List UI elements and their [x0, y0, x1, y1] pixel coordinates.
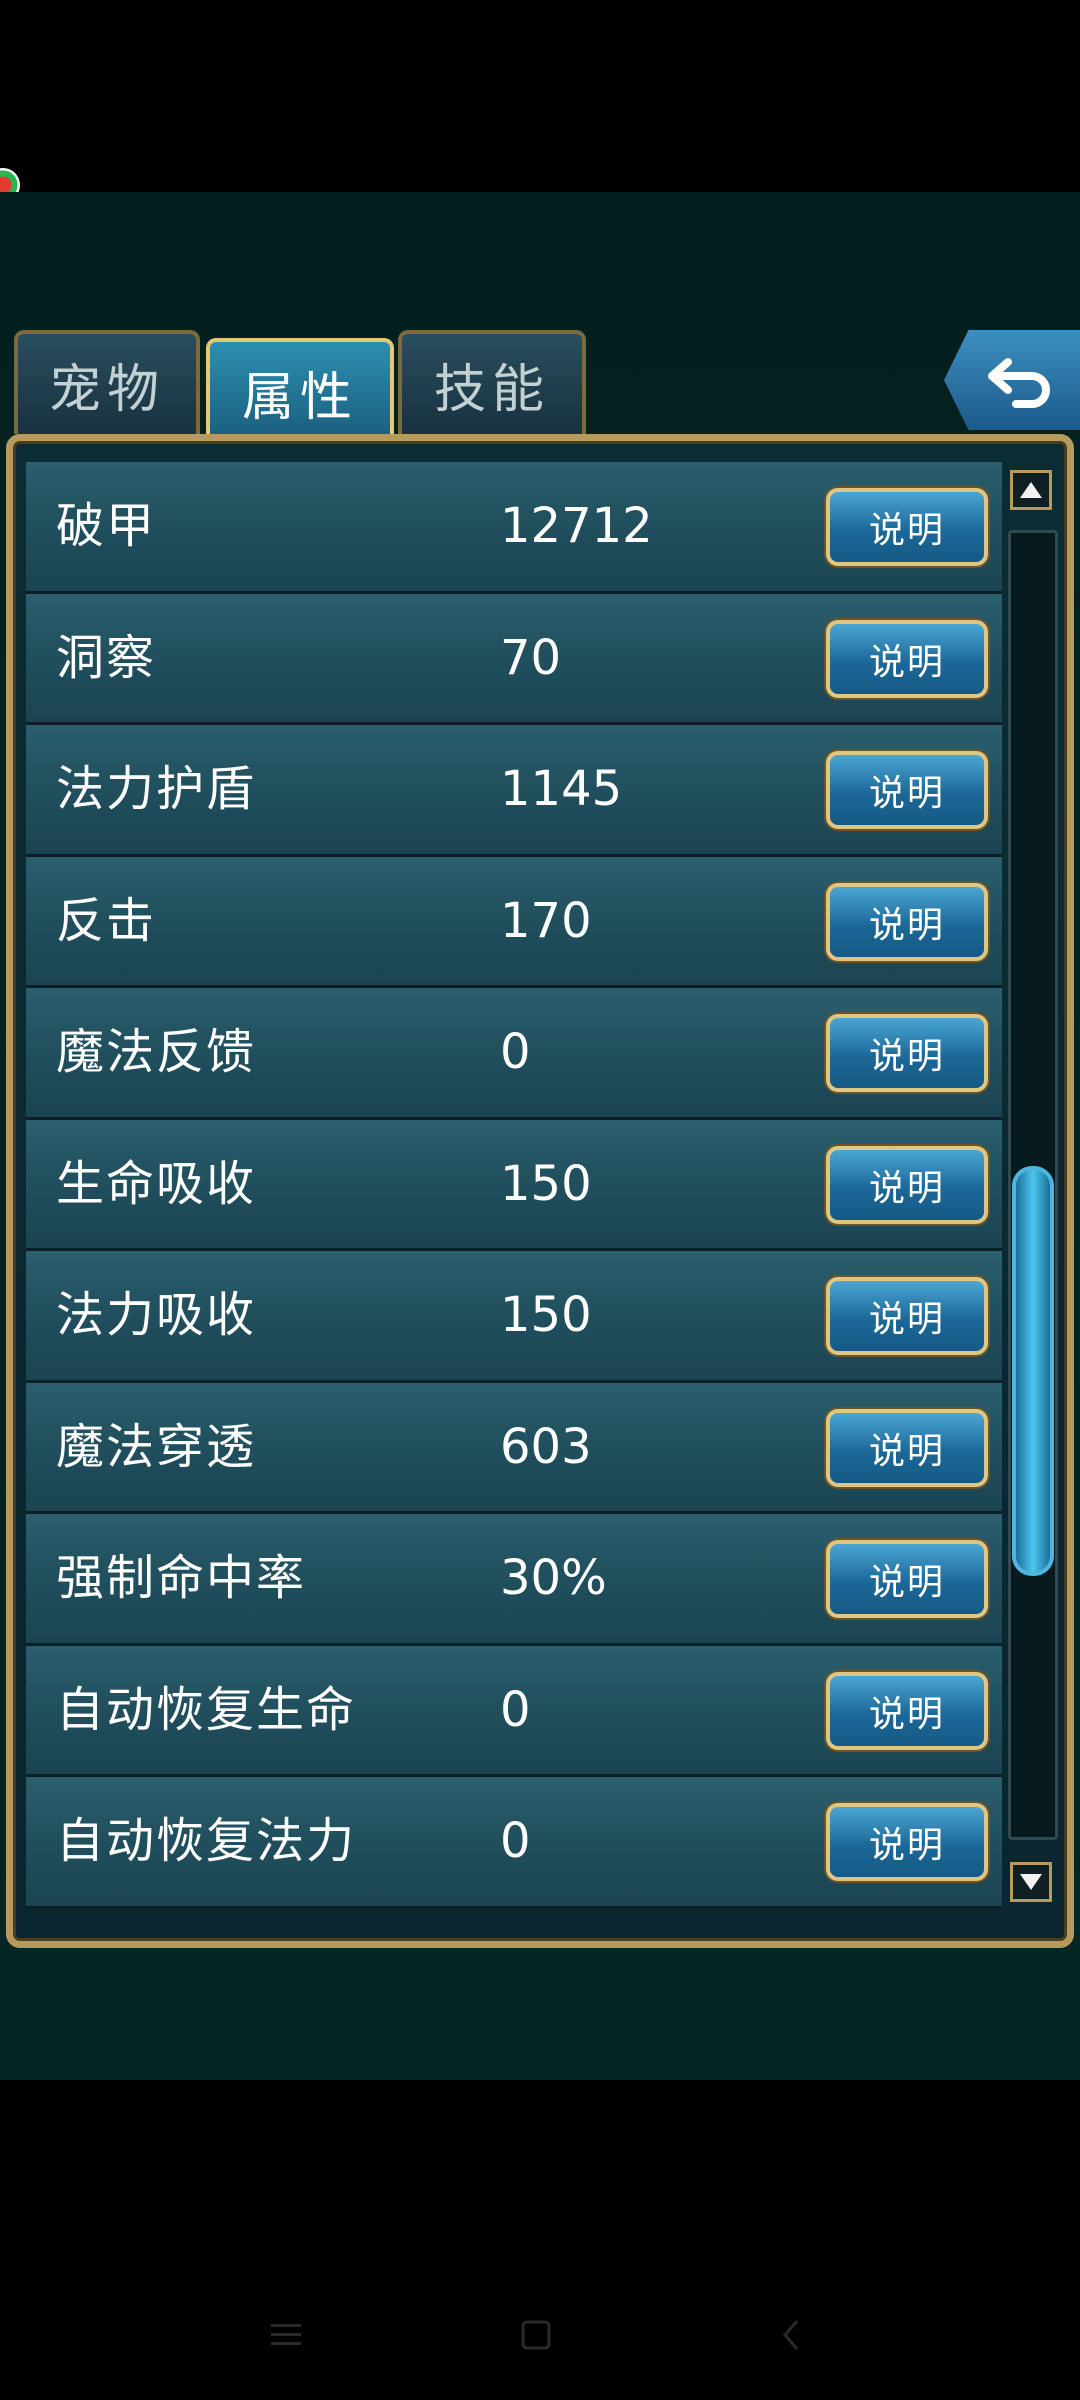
explain-button-label: 说明 [868, 510, 945, 551]
attribute-row: 反击 170 说明 [26, 856, 1002, 988]
attribute-name: 破甲 [56, 498, 157, 554]
attribute-row: 破甲 12712 说明 [26, 462, 1002, 594]
attribute-row: 法力吸收 150 说明 [26, 1251, 1002, 1383]
explain-button-label: 说明 [868, 1430, 945, 1472]
triangle-up-icon [1020, 482, 1042, 498]
attribute-row: 自动恢复法力 0 说明 [26, 1777, 1002, 1909]
attribute-row: 强制命中率 30% 说明 [26, 1514, 1002, 1646]
attribute-value: 70 [500, 629, 562, 686]
explain-button[interactable]: 说明 [826, 488, 988, 566]
explain-button-label: 说明 [868, 641, 945, 683]
nav-back-button[interactable] [762, 2310, 822, 2360]
chevron-left-icon [783, 2320, 799, 2350]
nav-home-button[interactable] [506, 2310, 566, 2360]
triangle-down-icon [1020, 1874, 1042, 1890]
explain-button-label: 说明 [868, 1167, 945, 1209]
explain-button[interactable]: 说明 [826, 1803, 988, 1881]
attribute-value: 0 [500, 1024, 531, 1080]
explain-button-label: 说明 [868, 1693, 945, 1735]
attribute-value: 150 [500, 1287, 592, 1343]
attribute-value: 0 [500, 1813, 531, 1869]
attribute-row: 洞察 70 说明 [26, 593, 1002, 725]
attribute-value: 1145 [500, 761, 623, 817]
explain-button[interactable]: 说明 [826, 751, 988, 829]
attribute-name: 法力吸收 [56, 1287, 257, 1343]
nav-menu-button[interactable] [256, 2310, 316, 2360]
attribute-row: 魔法穿透 603 说明 [26, 1382, 1002, 1514]
tab-pet[interactable]: 宠物 [14, 330, 200, 434]
attribute-name: 自动恢复法力 [56, 1813, 357, 1869]
back-arrow-icon [988, 358, 1050, 408]
square-home-icon [521, 2320, 551, 2350]
back-button[interactable] [944, 330, 1080, 430]
explain-button[interactable]: 说明 [826, 1277, 988, 1355]
attribute-list[interactable]: 破甲 12712 说明 洞察 70 说明 法力护盾 1145 说明 反击 170… [26, 462, 1002, 1914]
explain-button[interactable]: 说明 [826, 882, 988, 961]
attribute-name: 生命吸收 [56, 1155, 257, 1212]
scroll-up-button[interactable] [1010, 470, 1052, 510]
attribute-row: 自动恢复生命 0 说明 [26, 1645, 1002, 1777]
menu-icon [271, 2324, 301, 2345]
attribute-name: 魔法穿透 [56, 1418, 257, 1475]
attribute-name: 魔法反馈 [56, 1024, 257, 1080]
attribute-value: 150 [500, 1155, 592, 1212]
explain-button[interactable]: 说明 [826, 619, 988, 698]
attribute-value: 30% [500, 1550, 607, 1606]
top-black-bar [0, 0, 1080, 192]
explain-button-label: 说明 [868, 1562, 945, 1603]
explain-button-label: 说明 [868, 1036, 945, 1077]
attribute-name: 洞察 [56, 629, 157, 686]
scrollbar-thumb[interactable] [1012, 1166, 1054, 1576]
tab-attributes[interactable]: 属性 [206, 338, 394, 442]
explain-button[interactable]: 说明 [826, 1540, 988, 1618]
attribute-name: 自动恢复生命 [56, 1681, 357, 1738]
tab-attributes-label: 属性 [241, 367, 358, 428]
scroll-down-button[interactable] [1010, 1862, 1052, 1902]
attribute-row: 生命吸收 150 说明 [26, 1119, 1002, 1251]
tab-skill[interactable]: 技能 [398, 330, 586, 434]
explain-button[interactable]: 说明 [826, 1671, 988, 1750]
tab-skill-label: 技能 [433, 359, 550, 420]
explain-button-label: 说明 [868, 773, 945, 814]
attribute-row: 魔法反馈 0 说明 [26, 988, 1002, 1120]
attribute-value: 170 [500, 892, 592, 949]
attribute-value: 603 [500, 1418, 592, 1475]
attribute-value: 0 [500, 1681, 531, 1738]
explain-button[interactable]: 说明 [826, 1145, 988, 1224]
attribute-name: 强制命中率 [56, 1550, 307, 1606]
explain-button-label: 说明 [868, 1825, 945, 1866]
attribute-name: 反击 [56, 892, 157, 949]
tab-pet-label: 宠物 [48, 359, 165, 420]
attribute-value: 12712 [500, 498, 653, 554]
explain-button[interactable]: 说明 [826, 1014, 988, 1092]
explain-button-label: 说明 [868, 904, 945, 946]
attribute-row: 法力护盾 1145 说明 [26, 725, 1002, 857]
explain-button-label: 说明 [868, 1299, 945, 1340]
explain-button[interactable]: 说明 [826, 1408, 988, 1487]
attribute-name: 法力护盾 [56, 761, 257, 817]
